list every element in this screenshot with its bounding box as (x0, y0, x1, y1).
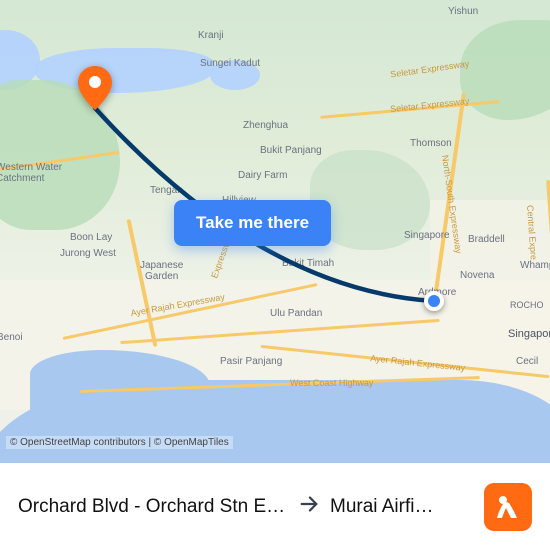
route-text: Orchard Blvd - Orchard Stn Exit 13 (0… M… (18, 493, 476, 521)
moovit-logo-icon[interactable] (484, 483, 532, 531)
map-label: Bukit Panjang (260, 145, 322, 156)
map-label: Seletar Expressway (390, 59, 470, 80)
map-canvas[interactable]: Kranji Sungei Kadut Yishun Seletar Expre… (0, 0, 550, 480)
route-from-label: Orchard Blvd - Orchard Stn Exit 13 (0… (18, 496, 288, 518)
map-label: Jurong West (60, 248, 116, 259)
map-label: Boon Lay (70, 232, 112, 243)
map-label: Yishun (448, 6, 478, 17)
route-to-label: Murai Airfi… (330, 496, 433, 518)
map-label: Tengah (150, 185, 183, 196)
map-label: Bukit Timah (282, 258, 334, 269)
map-label: Kranji (198, 30, 224, 41)
map-label: Japanese Garden (140, 260, 183, 282)
map-label: Dairy Farm (238, 170, 287, 181)
map-label: Thomson (410, 138, 452, 149)
take-me-there-button[interactable]: Take me there (174, 200, 331, 246)
map-label: Zhenghua (243, 120, 288, 131)
road (320, 100, 500, 119)
arrow-right-icon (298, 493, 320, 521)
origin-marker-icon[interactable] (424, 291, 444, 311)
destination-marker-icon[interactable] (78, 66, 112, 115)
map-attribution: © OpenStreetMap contributors | © OpenMap… (6, 436, 233, 449)
route-summary-bar: Orchard Blvd - Orchard Stn Exit 13 (0… M… (0, 463, 550, 550)
water-shape (210, 60, 260, 90)
